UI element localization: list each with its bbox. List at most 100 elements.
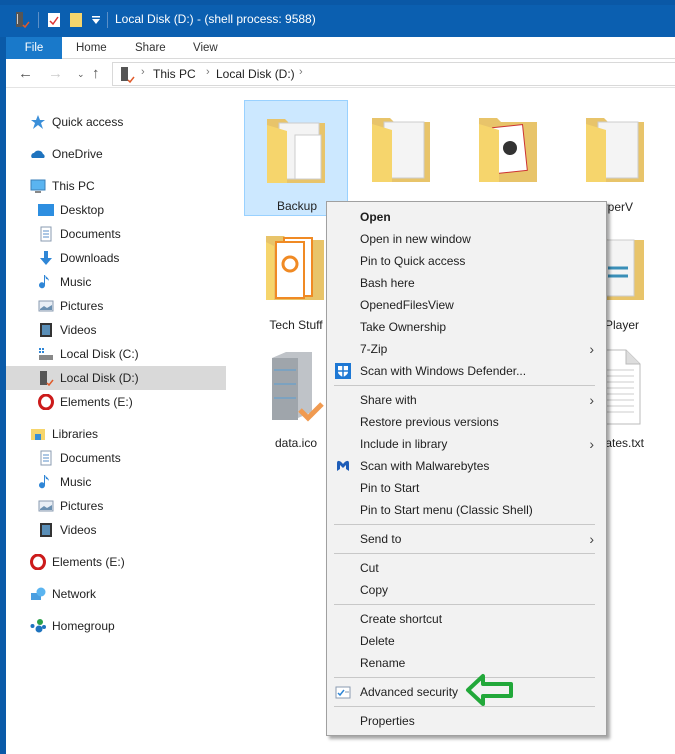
breadcrumb-separator[interactable]: › bbox=[206, 66, 210, 78]
nav-item-downloads[interactable]: Downloads bbox=[6, 246, 226, 270]
nav-item-network[interactable]: Network bbox=[6, 582, 226, 606]
menu-label: Pin to Start bbox=[360, 481, 420, 495]
submenu-arrow-icon: › bbox=[589, 392, 594, 408]
menu-separator bbox=[334, 524, 595, 525]
nav-item-pictures[interactable]: Pictures bbox=[6, 294, 226, 318]
nav-item-libraries[interactable]: Libraries bbox=[6, 422, 226, 446]
drive-c-icon bbox=[39, 348, 53, 360]
menu-item-rename[interactable]: Rename bbox=[327, 652, 606, 674]
menu-item-send-to[interactable]: Send to › bbox=[327, 528, 606, 550]
nav-label: Local Disk (C:) bbox=[60, 347, 139, 361]
nav-item-desktop[interactable]: Desktop bbox=[6, 198, 226, 222]
nav-item-local-disk-c[interactable]: Local Disk (C:) bbox=[6, 342, 226, 366]
nav-label: Local Disk (D:) bbox=[60, 371, 139, 385]
nav-label: Pictures bbox=[60, 299, 104, 313]
drive-d-icon bbox=[40, 371, 54, 386]
menu-label: Copy bbox=[360, 583, 389, 597]
menu-label: Advanced security bbox=[360, 685, 459, 699]
menu-item-cut[interactable]: Cut bbox=[327, 557, 606, 579]
menu-label: Restore previous versions bbox=[360, 415, 499, 429]
nav-item-videos[interactable]: Videos bbox=[6, 318, 226, 342]
menu-item-copy[interactable]: Copy bbox=[327, 579, 606, 601]
documents-icon bbox=[40, 226, 52, 242]
nav-label: Videos bbox=[60, 323, 97, 337]
nav-label: Music bbox=[60, 275, 92, 289]
videos-icon bbox=[40, 323, 52, 337]
menu-item-include-in-library[interactable]: Include in library › bbox=[327, 433, 606, 455]
breadcrumb-this-pc[interactable]: This PC bbox=[153, 67, 196, 81]
breadcrumb-separator[interactable]: › bbox=[299, 66, 303, 78]
menu-label: Bash here bbox=[360, 276, 415, 290]
menu-item-open-in-new-window[interactable]: Open in new window bbox=[327, 228, 606, 250]
nav-item-documents[interactable]: Documents bbox=[6, 222, 226, 246]
menu-label: Create shortcut bbox=[360, 612, 443, 626]
menu-separator bbox=[334, 604, 595, 605]
tab-file[interactable]: File bbox=[6, 37, 62, 59]
back-button[interactable]: ← bbox=[18, 65, 33, 82]
menu-item-pin-to-start[interactable]: Pin to Start bbox=[327, 477, 606, 499]
menu-item-scan-malwarebytes[interactable]: Scan with Malwarebytes bbox=[327, 455, 606, 477]
menu-item-scan-windows-defender[interactable]: Scan with Windows Defender... bbox=[327, 360, 606, 382]
file-item-folder-cards[interactable] bbox=[457, 100, 561, 216]
menu-item-restore-previous-versions[interactable]: Restore previous versions bbox=[327, 411, 606, 433]
nav-label: Videos bbox=[60, 523, 97, 537]
up-button[interactable]: ↑ bbox=[92, 65, 100, 82]
menu-item-share-with[interactable]: Share with › bbox=[327, 389, 606, 411]
drive-icon[interactable] bbox=[14, 11, 30, 29]
menu-label: Pin to Start menu (Classic Shell) bbox=[360, 503, 533, 517]
file-item-backup[interactable]: Backup bbox=[244, 100, 348, 216]
menu-label: OpenedFilesView bbox=[360, 298, 454, 312]
menu-item-delete[interactable]: Delete bbox=[327, 630, 606, 652]
nav-label: Documents bbox=[60, 451, 121, 465]
nav-item-music[interactable]: Music bbox=[6, 270, 226, 294]
nav-item-library-music[interactable]: Music bbox=[6, 470, 226, 494]
file-item-hyperv[interactable]: lyperV bbox=[564, 100, 668, 216]
nav-item-local-disk-d[interactable]: Local Disk (D:) bbox=[6, 366, 226, 390]
menu-label: Properties bbox=[360, 714, 415, 728]
menu-label: Share with bbox=[360, 393, 417, 407]
tab-home[interactable]: Home bbox=[66, 37, 117, 59]
window-title: Local Disk (D:) - (shell process: 9588) bbox=[115, 12, 316, 26]
nav-item-homegroup[interactable]: Homegroup bbox=[6, 614, 226, 638]
nav-label: Network bbox=[52, 587, 97, 601]
nav-item-this-pc[interactable]: This PC bbox=[6, 174, 226, 198]
quick-access-toolbar bbox=[14, 10, 114, 30]
nav-item-onedrive[interactable]: OneDrive bbox=[6, 142, 226, 166]
menu-item-pin-to-quick-access[interactable]: Pin to Quick access bbox=[327, 250, 606, 272]
ribbon-tabs: File Home Share View bbox=[6, 37, 675, 59]
computer-icon bbox=[30, 179, 46, 193]
nav-item-quick-access[interactable]: Quick access bbox=[6, 110, 226, 134]
address-bar[interactable]: › This PC › Local Disk (D:) › bbox=[112, 62, 675, 86]
recent-locations-chevron-icon[interactable]: ⌄ bbox=[77, 69, 85, 80]
new-folder-icon[interactable] bbox=[69, 12, 83, 28]
toolbar-divider bbox=[107, 12, 108, 28]
properties-icon[interactable] bbox=[47, 12, 61, 28]
nav-item-elements-e-root[interactable]: Elements (E:) bbox=[6, 550, 226, 574]
menu-label: Take Ownership bbox=[360, 320, 447, 334]
menu-item-7-zip[interactable]: 7-Zip › bbox=[327, 338, 606, 360]
nav-item-elements-e[interactable]: Elements (E:) bbox=[6, 390, 226, 414]
menu-item-properties[interactable]: Properties bbox=[327, 710, 606, 732]
menu-item-create-shortcut[interactable]: Create shortcut bbox=[327, 608, 606, 630]
customize-dropdown-icon[interactable] bbox=[91, 15, 101, 25]
drive-icon bbox=[121, 67, 135, 84]
menu-item-open[interactable]: Open bbox=[327, 206, 606, 228]
title-bar: Local Disk (D:) - (shell process: 9588) bbox=[0, 0, 675, 37]
file-item-folder[interactable] bbox=[350, 100, 454, 216]
menu-label: 7-Zip bbox=[360, 342, 388, 356]
forward-button[interactable]: → bbox=[48, 65, 63, 82]
menu-item-take-ownership[interactable]: Take Ownership bbox=[327, 316, 606, 338]
menu-item-openedfilesview[interactable]: OpenedFilesView bbox=[327, 294, 606, 316]
nav-item-library-videos[interactable]: Videos bbox=[6, 518, 226, 542]
folder-icon bbox=[267, 119, 325, 183]
nav-item-library-documents[interactable]: Documents bbox=[6, 446, 226, 470]
nav-label: Libraries bbox=[52, 427, 99, 441]
tab-view[interactable]: View bbox=[183, 37, 228, 59]
nav-label: Documents bbox=[60, 227, 121, 241]
breadcrumb-local-disk-d[interactable]: Local Disk (D:) bbox=[216, 67, 295, 81]
breadcrumb-separator[interactable]: › bbox=[141, 66, 145, 78]
menu-item-pin-to-start-classic-shell[interactable]: Pin to Start menu (Classic Shell) bbox=[327, 499, 606, 521]
nav-item-library-pictures[interactable]: Pictures bbox=[6, 494, 226, 518]
tab-share[interactable]: Share bbox=[125, 37, 176, 59]
menu-item-bash-here[interactable]: Bash here bbox=[327, 272, 606, 294]
